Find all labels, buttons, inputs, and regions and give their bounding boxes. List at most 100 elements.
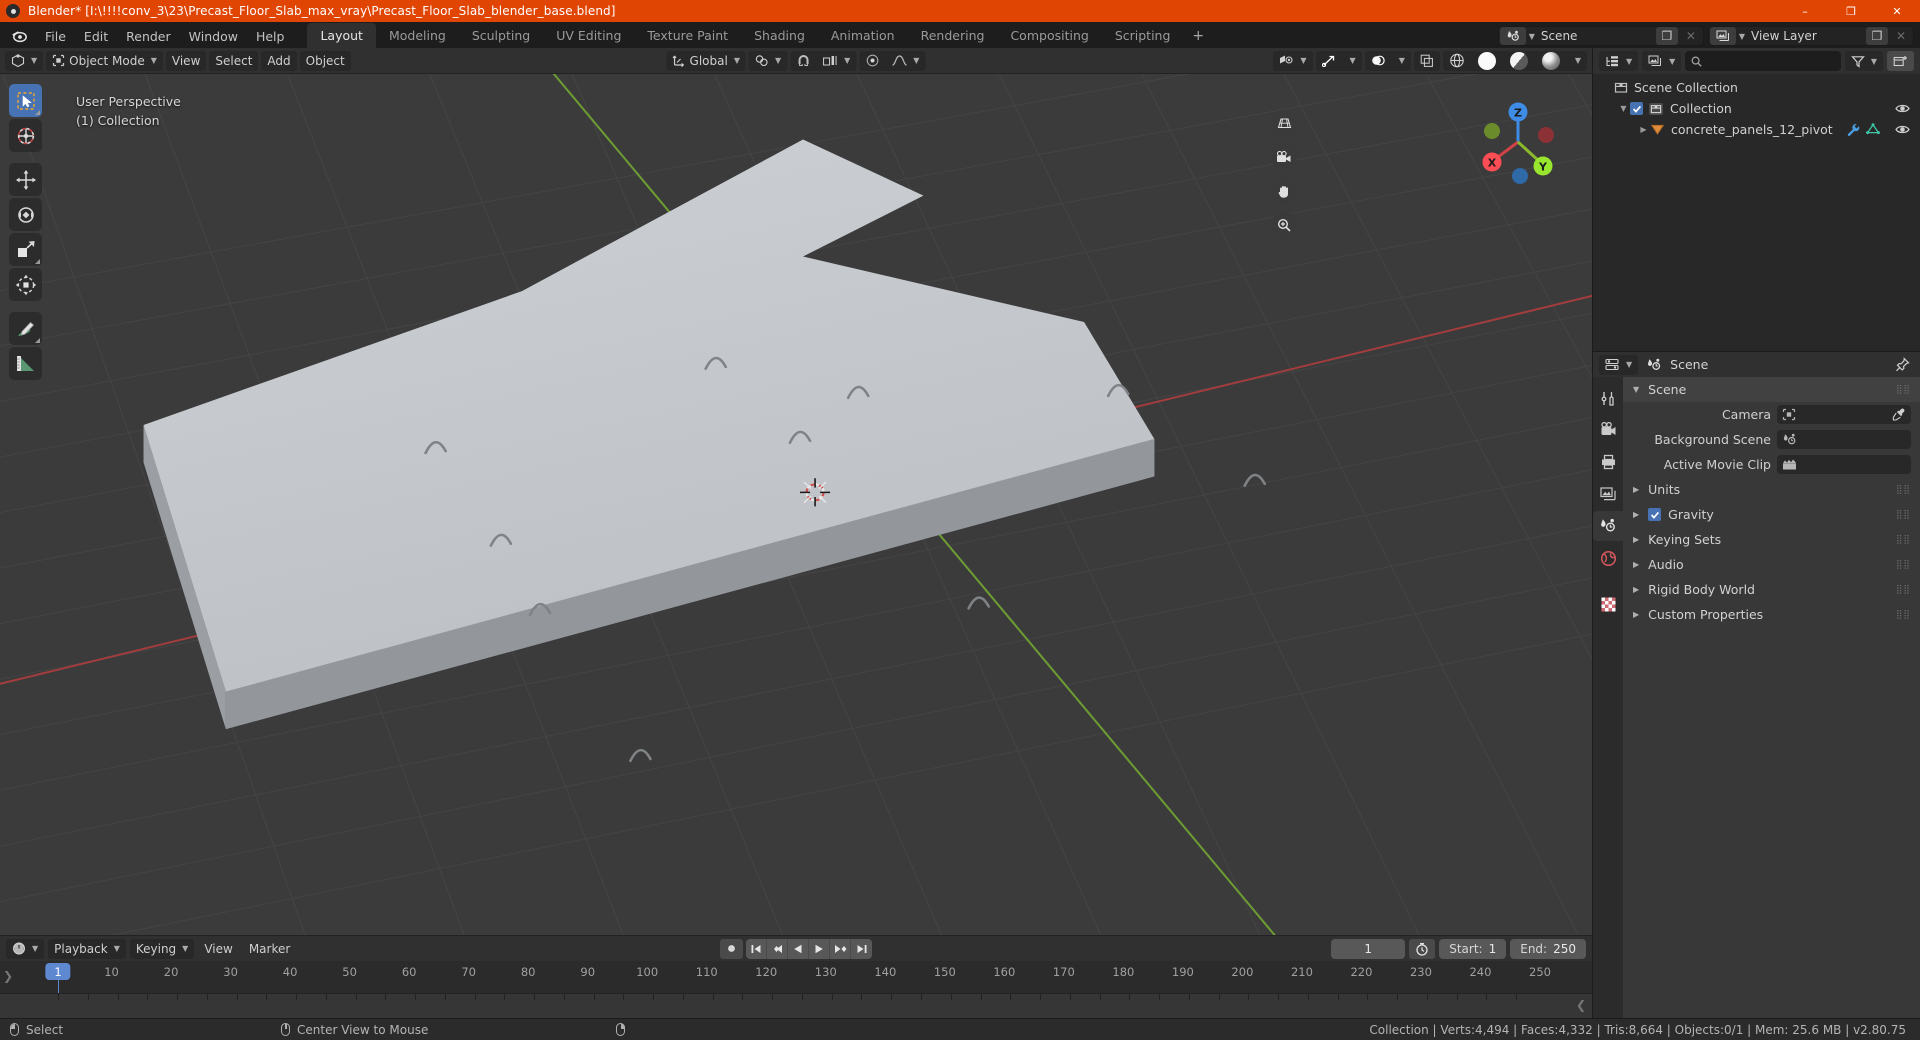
frame-end-field[interactable]: End: 250 — [1510, 938, 1586, 959]
eyedropper-icon[interactable] — [1892, 408, 1906, 422]
outliner-tree[interactable]: Scene Collection ▼ Collection ▶ concrete… — [1593, 74, 1920, 351]
menu-help[interactable]: Help — [247, 26, 294, 47]
jump-to-end-icon[interactable] — [851, 939, 872, 959]
navigation-gizmo[interactable]: Z X Y — [1472, 96, 1564, 188]
rotate-tool[interactable] — [9, 198, 42, 231]
modifier-wrench-icon[interactable] — [1846, 123, 1860, 136]
editor-type-3dview-icon[interactable]: ▼ — [5, 50, 44, 71]
properties-tab-render[interactable] — [1593, 415, 1623, 445]
background-scene-field[interactable] — [1777, 430, 1911, 449]
panel-drag-dots-icon[interactable]: ⣿⣿ — [1896, 610, 1911, 620]
annotate-tool[interactable] — [9, 312, 42, 345]
xray-toggle-icon[interactable] — [1414, 51, 1440, 71]
outliner-display-mode-icon[interactable]: ▼ — [1599, 51, 1639, 71]
jump-to-prev-keyframe-icon[interactable] — [767, 938, 788, 959]
viewport-menu-add[interactable]: Add — [261, 50, 297, 71]
tab-uv-editing[interactable]: UV Editing — [543, 23, 634, 48]
panel-drag-dots-icon[interactable]: ⣿⣿ — [1896, 560, 1911, 570]
auto-keyframe-icon[interactable] — [1409, 938, 1436, 959]
shading-rendered-icon[interactable] — [1535, 51, 1567, 71]
shading-solid-icon[interactable] — [1471, 51, 1503, 71]
magnet-icon[interactable] — [790, 51, 816, 71]
snap-increment-icon[interactable]: ▼ — [816, 51, 856, 71]
overlay-options-chevron-icon[interactable]: ▼ — [1391, 51, 1411, 71]
overlays-icon[interactable] — [1365, 51, 1391, 71]
timeline-ruler[interactable]: 1102030405060708090100110120130140150160… — [0, 961, 1592, 1018]
panel-header-gravity[interactable]: ▶ Gravity ⣿⣿ — [1623, 502, 1920, 527]
shading-options-chevron-icon[interactable]: ▼ — [1567, 51, 1587, 71]
panel-header-rigid-body-world[interactable]: ▶ Rigid Body World ⣿⣿ — [1623, 577, 1920, 602]
tab-layout[interactable]: Layout — [307, 23, 376, 48]
new-view-layer-button[interactable]: ❐ — [1866, 27, 1888, 45]
zoom-magnifier-icon[interactable] — [1271, 212, 1297, 238]
active-movie-clip-field[interactable] — [1777, 455, 1911, 474]
camera-field[interactable] — [1777, 405, 1911, 424]
scene-selector[interactable]: ▼ Scene ❐ ✕ — [1497, 26, 1704, 46]
outliner-search-box[interactable] — [1685, 51, 1841, 71]
panel-drag-dots-icon[interactable]: ⣿⣿ — [1896, 535, 1911, 545]
panel-header-scene[interactable]: ▼ Scene ⣿⣿ — [1623, 377, 1920, 402]
timeline-menu-playback[interactable]: Playback ▼ — [48, 938, 126, 959]
mode-selector[interactable]: Object Mode ▼ — [46, 50, 163, 71]
add-workspace-button[interactable]: + — [1183, 24, 1213, 48]
timeline-menu-keying[interactable]: Keying ▼ — [129, 938, 195, 959]
select-box-tool[interactable] — [9, 84, 42, 117]
menu-file[interactable]: File — [36, 26, 75, 47]
tab-animation[interactable]: Animation — [818, 23, 908, 48]
timeline-editor-icon[interactable]: ▼ — [6, 938, 45, 959]
tab-modeling[interactable]: Modeling — [376, 23, 459, 48]
jump-to-start-icon[interactable] — [746, 938, 767, 959]
panel-drag-dots-icon[interactable]: ⣿⣿ — [1896, 385, 1911, 395]
panel-header-custom-properties[interactable]: ▶ Custom Properties ⣿⣿ — [1623, 602, 1920, 627]
expand-triangle-icon[interactable]: ▼ — [1617, 104, 1630, 113]
properties-tab-view-layer[interactable] — [1593, 479, 1623, 509]
menu-render[interactable]: Render — [117, 26, 180, 47]
tab-shading[interactable]: Shading — [741, 23, 818, 48]
remove-view-layer-button[interactable]: ✕ — [1890, 27, 1912, 45]
panel-header-keying-sets[interactable]: ▶ Keying Sets ⣿⣿ — [1623, 527, 1920, 552]
current-frame-field[interactable]: 1 — [1331, 938, 1406, 959]
proportional-falloff-icon[interactable]: ▼ — [885, 51, 925, 71]
viewport-canvas[interactable] — [0, 74, 1592, 935]
scene-icon[interactable] — [1499, 27, 1526, 45]
properties-tab-output[interactable] — [1593, 447, 1623, 477]
timeline-menu-view[interactable]: View — [198, 939, 238, 959]
outliner-row-collection[interactable]: ▼ Collection — [1593, 98, 1920, 119]
tab-texture-paint[interactable]: Texture Paint — [634, 23, 741, 48]
window-controls[interactable]: – ❐ ✕ — [1782, 0, 1920, 22]
outliner-row-scene-collection[interactable]: Scene Collection — [1593, 77, 1920, 98]
timeline-right-expand-arrow[interactable]: ❮ — [1576, 998, 1586, 1012]
outliner-search-input[interactable] — [1707, 54, 1835, 68]
timeline-menu-marker[interactable]: Marker — [243, 939, 296, 959]
view-layer-icon[interactable] — [1709, 27, 1736, 45]
play-icon[interactable] — [809, 938, 830, 959]
timeline-playhead[interactable]: 1 — [45, 963, 71, 980]
tab-sculpting[interactable]: Sculpting — [459, 23, 543, 48]
cursor-tool[interactable] — [9, 119, 42, 152]
viewport-menu-object[interactable]: Object — [299, 50, 351, 71]
tab-scripting[interactable]: Scripting — [1102, 23, 1184, 48]
scene-name[interactable]: Scene — [1535, 29, 1655, 43]
frame-start-field[interactable]: Start: 1 — [1439, 938, 1507, 959]
3d-viewport[interactable]: User Perspective (1) Collection Z X Y — [0, 74, 1592, 935]
transform-tool[interactable] — [9, 268, 42, 301]
panel-drag-dots-icon[interactable]: ⣿⣿ — [1896, 585, 1911, 595]
maximize-button[interactable]: ❐ — [1828, 0, 1874, 22]
viewport-menu-select[interactable]: Select — [209, 50, 259, 71]
menu-edit[interactable]: Edit — [75, 26, 117, 47]
properties-tab-scene[interactable] — [1593, 511, 1623, 541]
minimize-button[interactable]: – — [1782, 0, 1828, 22]
new-collection-icon[interactable] — [1887, 51, 1914, 71]
visibility-eye-icon[interactable] — [1895, 124, 1910, 135]
record-icon[interactable] — [720, 938, 743, 959]
collection-checkbox[interactable] — [1630, 102, 1643, 115]
move-tool[interactable] — [9, 163, 42, 196]
scale-tool[interactable] — [9, 233, 42, 266]
pan-hand-icon[interactable] — [1271, 178, 1297, 204]
outliner-row-object[interactable]: ▶ concrete_panels_12_pivot — [1593, 119, 1920, 140]
visibility-eye-icon[interactable] — [1895, 103, 1910, 114]
gizmo-options-chevron-icon[interactable]: ▼ — [1342, 51, 1362, 71]
panel-drag-dots-icon[interactable]: ⣿⣿ — [1896, 485, 1911, 495]
measure-tool[interactable] — [9, 347, 42, 380]
tab-compositing[interactable]: Compositing — [997, 23, 1101, 48]
